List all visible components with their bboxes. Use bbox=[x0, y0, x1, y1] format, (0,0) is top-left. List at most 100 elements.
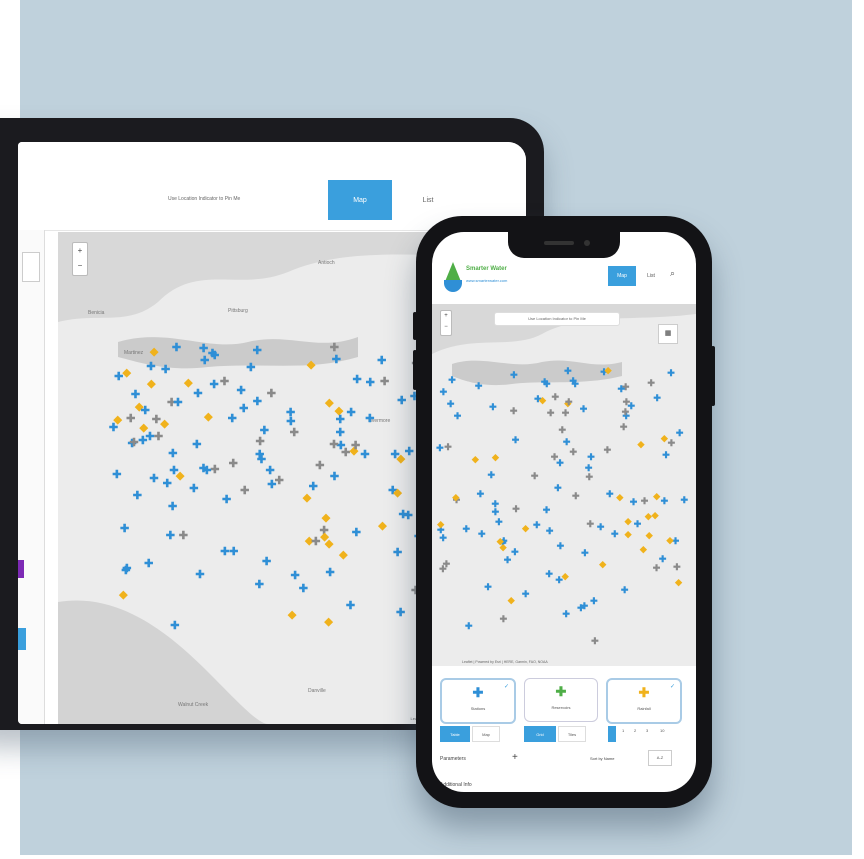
rainfall-marker-icon[interactable]: ◆ bbox=[160, 418, 168, 430]
rainfall-marker-icon[interactable]: ◆ bbox=[605, 364, 612, 376]
station-marker-icon[interactable]: ✚ bbox=[330, 471, 339, 483]
cluster-marker-icon[interactable]: ✚ bbox=[668, 437, 676, 449]
rainfall-marker-icon[interactable]: ◆ bbox=[307, 359, 315, 371]
station-marker-icon[interactable]: ✚ bbox=[440, 386, 448, 398]
cluster-marker-icon[interactable]: ✚ bbox=[290, 427, 299, 439]
rainfall-marker-icon[interactable]: ◆ bbox=[616, 491, 623, 503]
station-marker-icon[interactable]: ✚ bbox=[347, 407, 356, 419]
station-marker-icon[interactable]: ✚ bbox=[239, 403, 248, 415]
station-marker-icon[interactable]: ✚ bbox=[290, 570, 299, 582]
station-marker-icon[interactable]: ✚ bbox=[220, 546, 229, 558]
station-marker-icon[interactable]: ✚ bbox=[618, 383, 626, 395]
rainfall-marker-icon[interactable]: ◆ bbox=[184, 377, 192, 389]
rainfall-marker-icon[interactable]: ◆ bbox=[640, 543, 647, 555]
rainfall-marker-icon[interactable]: ◆ bbox=[176, 470, 184, 482]
station-marker-icon[interactable]: ✚ bbox=[255, 579, 264, 591]
station-marker-icon[interactable]: ✚ bbox=[597, 521, 605, 533]
cluster-marker-icon[interactable]: ✚ bbox=[330, 342, 339, 354]
cluster-marker-icon[interactable]: ✚ bbox=[240, 485, 249, 497]
station-marker-icon[interactable]: ✚ bbox=[193, 388, 202, 400]
pager-item[interactable]: 1 bbox=[622, 728, 624, 733]
rainfall-marker-icon[interactable]: ◆ bbox=[661, 432, 668, 444]
rainfall-marker-icon[interactable]: ◆ bbox=[325, 397, 333, 409]
cluster-marker-icon[interactable]: ✚ bbox=[569, 446, 577, 458]
station-marker-icon[interactable]: ✚ bbox=[585, 462, 593, 474]
station-marker-icon[interactable]: ✚ bbox=[360, 449, 369, 461]
toggle-map[interactable]: Map bbox=[472, 726, 500, 742]
cluster-marker-icon[interactable]: ✚ bbox=[641, 495, 649, 507]
station-marker-icon[interactable]: ✚ bbox=[172, 342, 181, 354]
station-marker-icon[interactable]: ✚ bbox=[510, 369, 518, 381]
legend-rainfall[interactable]: ✓ ✚ Rainfall bbox=[606, 678, 682, 724]
cluster-marker-icon[interactable]: ✚ bbox=[562, 407, 570, 419]
station-marker-icon[interactable]: ✚ bbox=[131, 389, 140, 401]
station-marker-icon[interactable]: ✚ bbox=[365, 413, 374, 425]
rainfall-marker-icon[interactable]: ◆ bbox=[204, 411, 212, 423]
station-marker-icon[interactable]: ✚ bbox=[332, 354, 341, 366]
rainfall-marker-icon[interactable]: ◆ bbox=[497, 535, 504, 547]
station-marker-icon[interactable]: ✚ bbox=[253, 396, 262, 408]
cluster-marker-icon[interactable]: ✚ bbox=[329, 439, 338, 451]
cluster-marker-icon[interactable]: ✚ bbox=[255, 436, 264, 448]
station-marker-icon[interactable]: ✚ bbox=[492, 498, 500, 510]
rainfall-marker-icon[interactable]: ◆ bbox=[646, 529, 653, 541]
rainfall-marker-icon[interactable]: ◆ bbox=[539, 394, 546, 406]
station-marker-icon[interactable]: ✚ bbox=[161, 364, 170, 376]
cluster-marker-icon[interactable]: ✚ bbox=[591, 635, 599, 647]
station-marker-icon[interactable]: ✚ bbox=[606, 488, 614, 500]
phone-zoom-control[interactable]: + − bbox=[440, 310, 452, 336]
station-marker-icon[interactable]: ✚ bbox=[199, 463, 208, 475]
station-marker-icon[interactable]: ✚ bbox=[396, 607, 405, 619]
station-marker-icon[interactable]: ✚ bbox=[309, 481, 318, 493]
cluster-marker-icon[interactable]: ✚ bbox=[510, 405, 518, 417]
station-marker-icon[interactable]: ✚ bbox=[325, 567, 334, 579]
tablet-map-button[interactable]: Map bbox=[328, 180, 392, 220]
station-marker-icon[interactable]: ✚ bbox=[267, 479, 276, 491]
cluster-marker-icon[interactable]: ✚ bbox=[443, 558, 451, 570]
station-marker-icon[interactable]: ✚ bbox=[557, 540, 565, 552]
cluster-marker-icon[interactable]: ✚ bbox=[126, 413, 135, 425]
tablet-search-placeholder[interactable]: Use Location Indicator to Pin Me bbox=[168, 196, 240, 202]
station-marker-icon[interactable]: ✚ bbox=[163, 478, 172, 490]
rainfall-marker-icon[interactable]: ◆ bbox=[675, 576, 682, 588]
pager-item[interactable]: 10 bbox=[660, 728, 664, 733]
station-marker-icon[interactable]: ✚ bbox=[265, 465, 274, 477]
cluster-marker-icon[interactable]: ✚ bbox=[551, 451, 559, 463]
cluster-marker-icon[interactable]: ✚ bbox=[311, 536, 320, 548]
cluster-marker-icon[interactable]: ✚ bbox=[380, 376, 389, 388]
rainfall-marker-icon[interactable]: ◆ bbox=[393, 487, 401, 499]
station-marker-icon[interactable]: ✚ bbox=[662, 449, 670, 461]
station-marker-icon[interactable]: ✚ bbox=[512, 434, 520, 446]
station-marker-icon[interactable]: ✚ bbox=[511, 546, 519, 558]
rainfall-marker-icon[interactable]: ◆ bbox=[339, 549, 347, 561]
station-marker-icon[interactable]: ✚ bbox=[439, 532, 447, 544]
pager-current[interactable] bbox=[608, 726, 616, 742]
station-marker-icon[interactable]: ✚ bbox=[554, 482, 562, 494]
station-marker-icon[interactable]: ✚ bbox=[653, 392, 661, 404]
station-marker-icon[interactable]: ✚ bbox=[257, 454, 266, 466]
station-marker-icon[interactable]: ✚ bbox=[228, 413, 237, 425]
station-marker-icon[interactable]: ✚ bbox=[533, 519, 541, 531]
station-marker-icon[interactable]: ✚ bbox=[581, 547, 589, 559]
pager-item[interactable]: 3 bbox=[646, 728, 648, 733]
rainfall-marker-icon[interactable]: ◆ bbox=[288, 609, 296, 621]
cluster-marker-icon[interactable]: ✚ bbox=[531, 470, 539, 482]
station-marker-icon[interactable]: ✚ bbox=[168, 501, 177, 513]
station-marker-icon[interactable]: ✚ bbox=[667, 367, 675, 379]
rainfall-marker-icon[interactable]: ◆ bbox=[123, 367, 131, 379]
station-marker-icon[interactable]: ✚ bbox=[436, 442, 444, 454]
rainfall-marker-icon[interactable]: ◆ bbox=[324, 616, 332, 628]
cluster-marker-icon[interactable]: ✚ bbox=[565, 396, 573, 408]
sidebar-blue-marker[interactable] bbox=[18, 628, 26, 650]
phone-map-button[interactable]: Map bbox=[608, 266, 636, 286]
search-icon[interactable]: ⌕ bbox=[670, 268, 675, 279]
tablet-list-button[interactable]: List bbox=[396, 180, 460, 220]
phone-search-box[interactable]: Use Location Indicator to Pin Me bbox=[494, 312, 620, 326]
phone-list-button[interactable]: List bbox=[638, 266, 664, 286]
cluster-marker-icon[interactable]: ✚ bbox=[620, 421, 628, 433]
station-marker-icon[interactable]: ✚ bbox=[336, 427, 345, 439]
cluster-marker-icon[interactable]: ✚ bbox=[154, 431, 163, 443]
station-marker-icon[interactable]: ✚ bbox=[144, 558, 153, 570]
layers-icon[interactable]: ▦ bbox=[658, 324, 678, 344]
rainfall-marker-icon[interactable]: ◆ bbox=[303, 492, 311, 504]
